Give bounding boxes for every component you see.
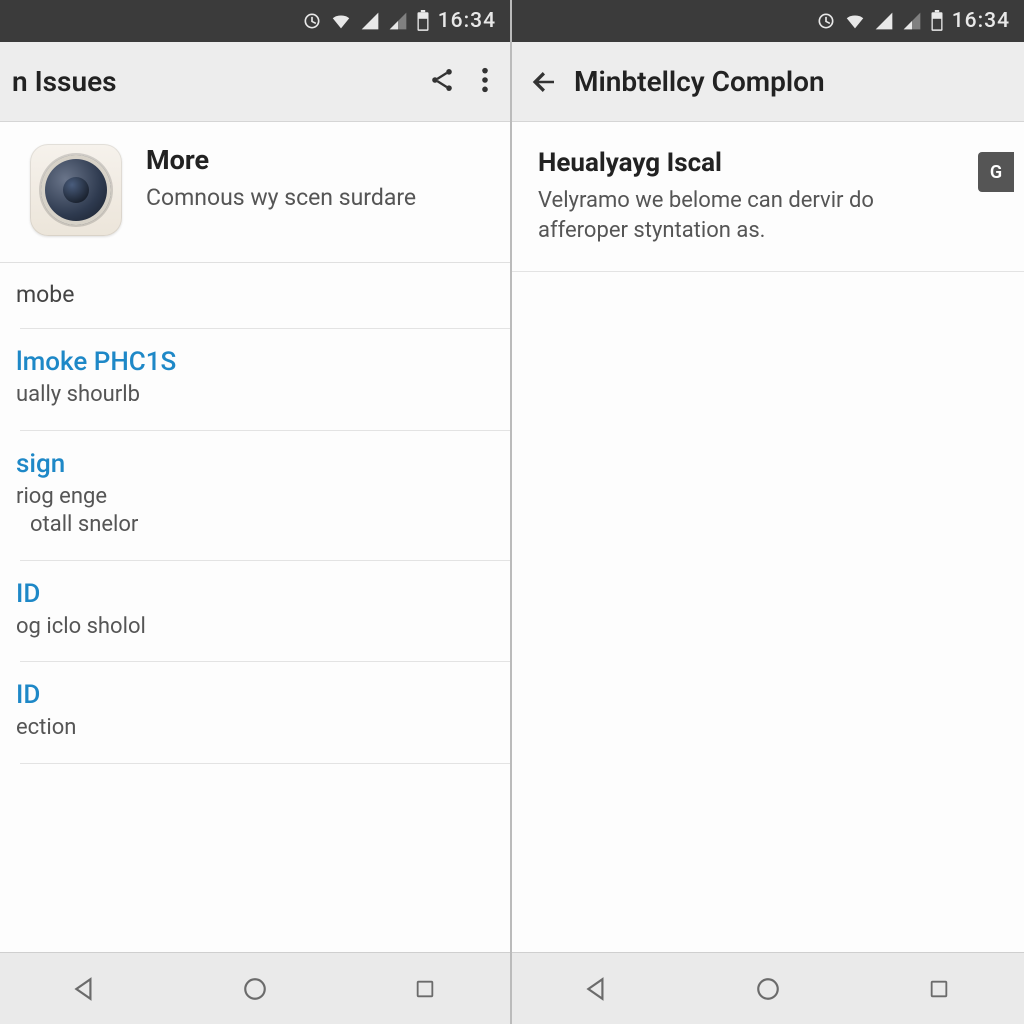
setting-title: Heualyayg Iscal xyxy=(538,148,966,178)
header-title: More xyxy=(146,144,416,176)
battery-icon xyxy=(930,10,944,32)
signal-icon xyxy=(874,11,894,31)
list-item-title: lmoke PHC1S xyxy=(30,347,490,377)
app-icon xyxy=(30,144,122,236)
signal-icon xyxy=(360,11,380,31)
nav-back-button[interactable] xyxy=(55,969,115,1009)
share-icon[interactable] xyxy=(428,66,456,98)
screen-left: 16:34 n Issues More Comnous wy scen xyxy=(0,0,512,1024)
app-bar: Minbtellcy Complon xyxy=(512,42,1024,122)
list-item-subtitle: ually shourlb xyxy=(30,381,490,410)
list-item[interactable]: mobe xyxy=(20,263,510,329)
status-bar: 16:34 xyxy=(512,0,1024,42)
list-item-subtitle: og iclo sholol xyxy=(30,613,490,642)
wifi-icon xyxy=(330,10,352,32)
list-item-title: sign xyxy=(30,449,490,479)
status-clock: 16:34 xyxy=(438,9,496,33)
list-item[interactable]: lmoke PHC1S ually shourlb xyxy=(20,329,510,431)
nav-recent-button[interactable] xyxy=(909,969,969,1009)
camera-lens-icon xyxy=(41,155,111,225)
app-bar: n Issues xyxy=(0,42,510,122)
nav-bar xyxy=(0,952,510,1024)
header-subtitle: Comnous wy scen surdare xyxy=(146,182,416,213)
signal-icon-2 xyxy=(388,11,408,31)
nav-bar xyxy=(512,952,1024,1024)
list-item-title: ID xyxy=(30,680,490,710)
nav-recent-button[interactable] xyxy=(395,969,455,1009)
battery-icon xyxy=(416,10,430,32)
header-card[interactable]: More Comnous wy scen surdare xyxy=(0,122,510,263)
list-item-title: mobe xyxy=(30,281,490,308)
screen-right: 16:34 Minbtellcy Complon Heualyayg Iscal… xyxy=(512,0,1024,1024)
setting-row[interactable]: Heualyayg Iscal Velyramo we belome can d… xyxy=(512,122,1024,272)
back-button[interactable] xyxy=(524,67,564,97)
page-title: Minbtellcy Complon xyxy=(564,65,1012,98)
timer-icon xyxy=(302,11,322,31)
nav-home-button[interactable] xyxy=(225,969,285,1009)
overflow-menu-icon[interactable] xyxy=(480,66,490,98)
content-area: More Comnous wy scen surdare mobe lmoke … xyxy=(0,122,510,952)
content-area: Heualyayg Iscal Velyramo we belome can d… xyxy=(512,122,1024,952)
setting-subtitle: Velyramo we belome can dervir do afferop… xyxy=(538,186,966,245)
issues-list: mobe lmoke PHC1S ually shourlb sign riog… xyxy=(0,263,510,764)
status-clock: 16:34 xyxy=(952,9,1010,33)
timer-icon xyxy=(816,11,836,31)
nav-back-button[interactable] xyxy=(567,969,627,1009)
list-item[interactable]: ID og iclo sholol xyxy=(20,561,510,663)
list-item[interactable]: ID ection xyxy=(20,662,510,764)
nav-home-button[interactable] xyxy=(738,969,798,1009)
list-item-title: ID xyxy=(30,579,490,609)
status-bar: 16:34 xyxy=(0,0,510,42)
wifi-icon xyxy=(844,10,866,32)
setting-badge[interactable]: G xyxy=(978,152,1014,192)
signal-icon-2 xyxy=(902,11,922,31)
list-item[interactable]: sign riog enge otall snelor xyxy=(20,431,510,561)
list-item-subtitle: riog enge otall snelor xyxy=(30,483,490,540)
page-title: n Issues xyxy=(12,65,428,98)
list-item-subtitle: ection xyxy=(30,714,490,743)
